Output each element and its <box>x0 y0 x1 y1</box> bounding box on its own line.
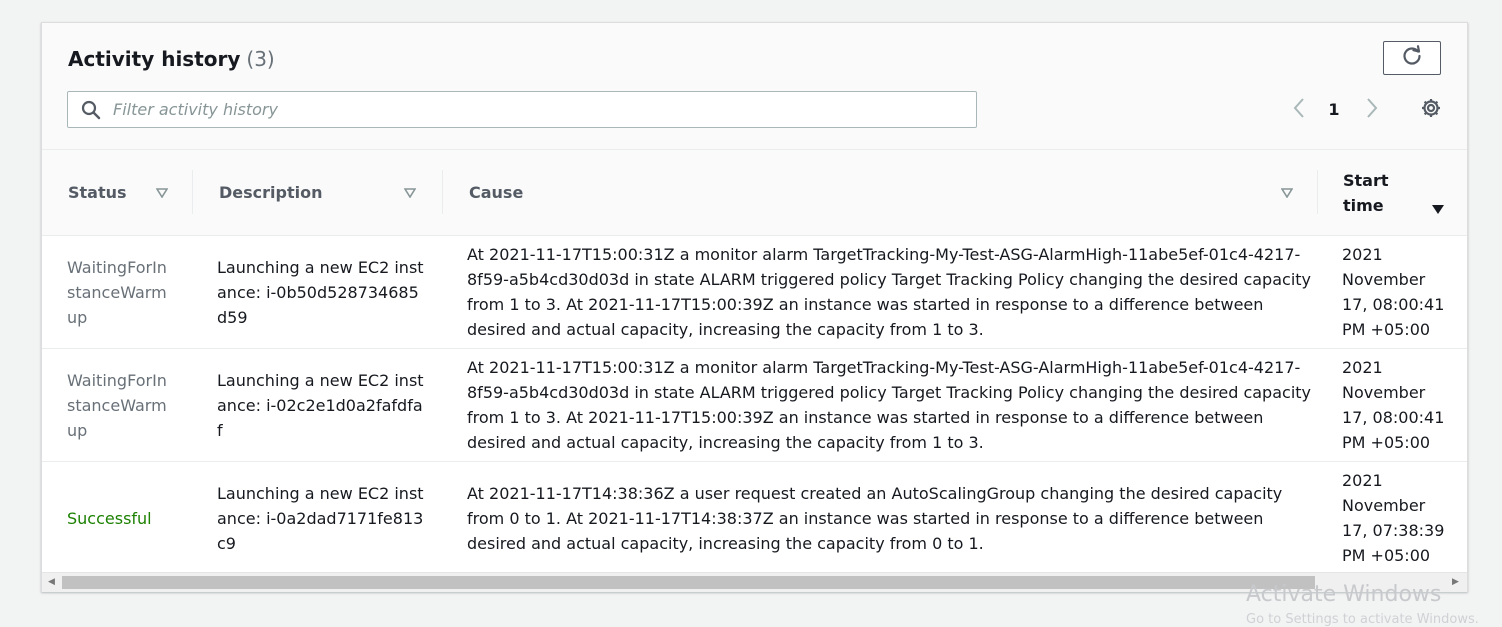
start-time-text: 2021 November 17, 08:00:41 PM +05:00 <box>1342 245 1445 339</box>
panel-header: Activity history (3) Filter activity his… <box>42 23 1467 150</box>
scrollbar-thumb[interactable] <box>62 576 1315 589</box>
table-row[interactable]: WaitingForInstanceWarmup Launching a new… <box>42 236 1467 349</box>
column-divider[interactable] <box>1317 170 1318 214</box>
chevron-right-icon <box>1365 97 1379 123</box>
activate-windows-subtitle: Go to Settings to activate Windows. <box>1246 612 1479 627</box>
description-text: Launching a new EC2 instance: i-0a2dad71… <box>217 483 424 553</box>
refresh-icon <box>1401 45 1423 71</box>
sort-icon <box>155 183 169 202</box>
chevron-left-icon <box>1292 97 1306 123</box>
preferences-button[interactable] <box>1417 95 1445 125</box>
page-number-button[interactable]: 1 <box>1322 95 1346 125</box>
scroll-right-arrow-icon[interactable]: ▶ <box>1452 577 1459 588</box>
table-row[interactable]: Successful Launching a new EC2 instance:… <box>42 462 1467 574</box>
sort-desc-icon <box>1431 200 1445 219</box>
description-text: Launching a new EC2 instance: i-0b50d528… <box>217 257 424 327</box>
status-text: WaitingForInstanceWarmup <box>67 370 167 440</box>
cause-text: At 2021-11-17T15:00:31Z a monitor alarm … <box>467 358 1311 452</box>
cause-text: At 2021-11-17T14:38:36Z a user request c… <box>467 483 1283 553</box>
search-input[interactable] <box>111 99 955 120</box>
next-page-button[interactable] <box>1360 95 1384 125</box>
activate-windows-watermark: Activate Windows <box>1246 582 1442 607</box>
start-time-text: 2021 November 17, 08:00:41 PM +05:00 <box>1342 358 1445 452</box>
sort-icon <box>1280 183 1294 202</box>
scroll-left-arrow-icon[interactable]: ◀ <box>48 577 55 588</box>
column-header-cause[interactable]: Cause <box>469 150 1317 235</box>
table-row[interactable]: WaitingForInstanceWarmup Launching a new… <box>42 349 1467 462</box>
column-divider[interactable] <box>442 170 443 214</box>
status-text: WaitingForInstanceWarmup <box>67 257 167 327</box>
column-header-start-time[interactable]: Start time <box>1343 150 1453 235</box>
search-icon <box>81 100 101 120</box>
column-header-status[interactable]: Status <box>68 150 192 235</box>
table-header: Status Description Cause Start time <box>42 150 1467 236</box>
column-header-description[interactable]: Description <box>219 150 441 235</box>
activity-history-panel: Activity history (3) Filter activity his… <box>41 22 1468 592</box>
column-label: Start time <box>1343 170 1389 215</box>
refresh-button[interactable] <box>1383 41 1441 75</box>
cause-text: At 2021-11-17T15:00:31Z a monitor alarm … <box>467 245 1311 339</box>
status-text: Successful <box>67 508 152 528</box>
page-title: Activity history (3) <box>68 47 275 71</box>
column-divider[interactable] <box>192 170 193 214</box>
gear-icon <box>1420 97 1442 123</box>
sort-icon <box>403 183 417 202</box>
search-field <box>67 91 977 128</box>
column-label: Cause <box>469 183 524 202</box>
column-label: Description <box>219 183 323 202</box>
start-time-text: 2021 November 17, 07:38:39 PM +05:00 <box>1342 471 1445 565</box>
description-text: Launching a new EC2 instance: i-02c2e1d0… <box>217 370 424 440</box>
title-count: (3) <box>246 47 275 71</box>
column-label: Status <box>68 183 127 202</box>
title-text: Activity history <box>68 47 241 71</box>
previous-page-button[interactable] <box>1287 95 1311 125</box>
